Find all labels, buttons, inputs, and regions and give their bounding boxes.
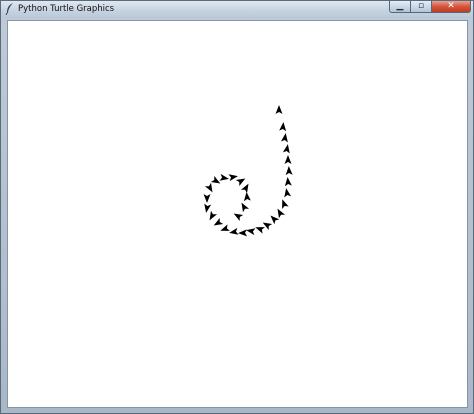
maximize-button[interactable]: ▫ [410, 1, 431, 13]
turtle-stamp [284, 188, 292, 198]
turtle-stamp [255, 227, 265, 234]
turtle-stamp [279, 122, 287, 132]
turtle-stamp [219, 173, 229, 181]
turtle-stamp [220, 224, 230, 231]
turtle-stamp [241, 202, 250, 213]
close-icon: ✕ [447, 1, 455, 11]
turtle-stamp [240, 183, 249, 194]
turtle-stamp [243, 192, 251, 202]
turtle-stamp [210, 175, 221, 184]
turtle-stamp [284, 177, 292, 187]
window-title: Python Turtle Graphics [18, 4, 115, 14]
turtle-stamp [270, 215, 280, 225]
turtle-stamp [204, 203, 212, 213]
turtle-stamp [209, 210, 218, 221]
turtle-stamp [280, 133, 288, 143]
turtle-stamp [203, 194, 211, 203]
turtle-stamp [285, 166, 293, 176]
turtle-window: Python Turtle Graphics ▁ ▫ ✕ [0, 0, 474, 414]
minimize-icon: ▁ [396, 1, 404, 11]
turtle-stamp [282, 144, 290, 154]
turtle-stamp [284, 155, 292, 164]
title-bar[interactable]: Python Turtle Graphics ▁ ▫ ✕ [1, 1, 473, 18]
maximize-icon: ▫ [417, 1, 425, 11]
turtle-stamp [233, 213, 244, 222]
feather-icon [5, 3, 13, 15]
turtle-stamp [235, 178, 246, 187]
turtle-stamps [203, 105, 293, 237]
turtle-stamp [204, 182, 213, 193]
minimize-button[interactable]: ▁ [389, 1, 410, 13]
turtle-stamp [282, 199, 289, 209]
turtle-stamp [246, 228, 256, 236]
turtle-stamp [213, 217, 224, 226]
turtle-stamp [277, 208, 286, 219]
turtle-stamp [229, 227, 239, 235]
turtle-stamp [275, 105, 283, 114]
turtle-stamp [238, 229, 248, 237]
close-button[interactable]: ✕ [431, 1, 471, 13]
caption-buttons: ▁ ▫ ✕ [389, 1, 471, 14]
turtle-canvas[interactable] [7, 20, 468, 408]
